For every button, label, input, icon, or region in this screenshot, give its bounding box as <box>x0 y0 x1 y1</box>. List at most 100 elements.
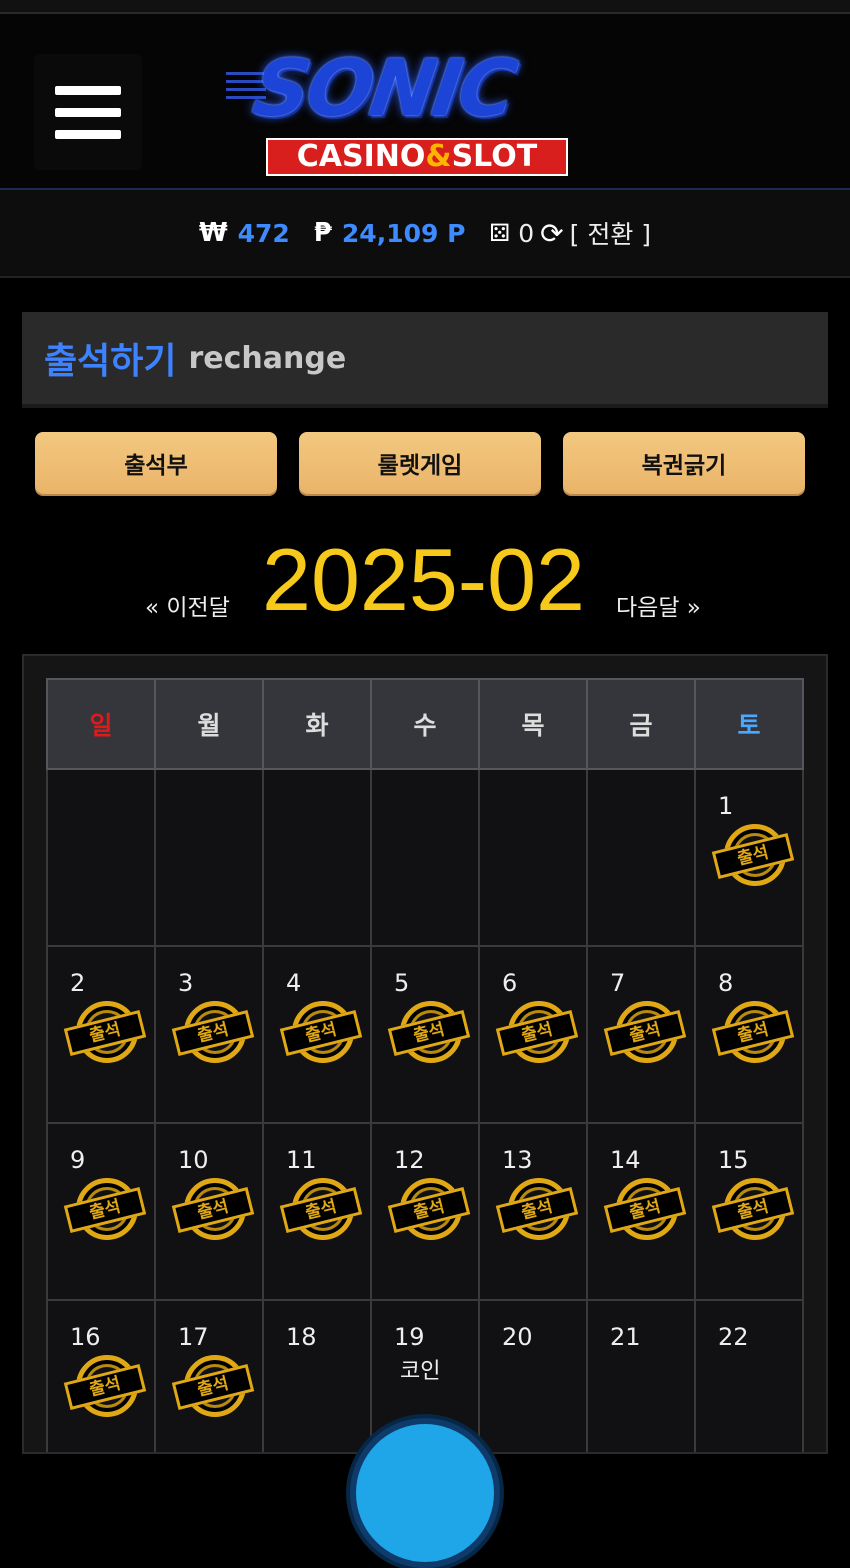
calendar-empty-cell <box>262 768 372 947</box>
day-number: 6 <box>502 969 518 997</box>
attendance-stamp-icon: 출석 <box>495 1001 579 1065</box>
floating-action-button[interactable] <box>350 1418 500 1568</box>
reward-note: 코인 <box>400 1359 441 1384</box>
menu-bar-icon <box>55 107 121 117</box>
day-number: 1 <box>718 792 734 820</box>
status-strip <box>0 0 850 14</box>
calendar-day-cell[interactable]: 13 출석 <box>478 1122 588 1301</box>
calendar-day-cell[interactable]: 6 출석 <box>478 945 588 1124</box>
day-number: 4 <box>286 969 302 997</box>
calendar-day-cell[interactable]: 1 출석 <box>694 768 804 947</box>
calendar-day-cell[interactable]: 3 출석 <box>154 945 264 1124</box>
site-logo[interactable]: SONIC CASINO&SLOT <box>226 42 596 178</box>
day-number: 16 <box>70 1323 101 1351</box>
won-icon: ₩ <box>198 218 228 248</box>
weekday-header: 월 <box>154 678 264 770</box>
calendar-table: 일월화수목금토 1 출석 2 출석 3 출석 4 출석 5 출석 6 출석 7 출석 8 출석 9 출석 10 출석 1… <box>46 678 804 1452</box>
attendance-calendar: 일월화수목금토 1 출석 2 출석 3 출석 4 출석 5 출석 6 출석 7 출석 8 출석 9 출석 10 출석 1… <box>22 654 828 1454</box>
page-title-en: rechange <box>188 340 347 376</box>
day-number: 12 <box>394 1146 425 1174</box>
calendar-week-row: 2 출석 3 출석 4 출석 5 출석 6 출석 7 출석 8 출석 <box>46 945 804 1124</box>
calendar-empty-cell <box>370 768 480 947</box>
calendar-day-cell[interactable]: 15 출석 <box>694 1122 804 1301</box>
hamburger-menu-button[interactable] <box>34 54 142 170</box>
calendar-day-cell[interactable]: 18 <box>262 1299 372 1452</box>
calendar-week-row: 9 출석 10 출석 11 출석 12 출석 13 출석 14 출석 15 출석 <box>46 1122 804 1301</box>
calendar-empty-cell <box>478 768 588 947</box>
attendance-stamp-icon: 출석 <box>603 1178 687 1242</box>
calendar-day-cell[interactable]: 10 출석 <box>154 1122 264 1301</box>
calendar-empty-cell <box>586 768 696 947</box>
attendance-stamp-icon: 출석 <box>63 1001 147 1065</box>
page-title: 출석하기 rechange <box>22 312 828 408</box>
attendance-stamp-icon: 출석 <box>279 1001 363 1065</box>
calendar-day-cell[interactable]: 7 출석 <box>586 945 696 1124</box>
point-value: 24,109 P <box>341 218 466 248</box>
attendance-stamp-icon: 출석 <box>711 1001 795 1065</box>
calendar-day-cell[interactable]: 21 <box>586 1299 696 1452</box>
calendar-day-cell[interactable]: 16 출석 <box>46 1299 156 1452</box>
day-number: 9 <box>70 1146 86 1174</box>
calendar-day-cell[interactable]: 5 출석 <box>370 945 480 1124</box>
calendar-empty-cell <box>154 768 264 947</box>
tab-roulette[interactable]: 룰렛게임 <box>299 432 541 494</box>
tab-attendance[interactable]: 출석부 <box>35 432 277 494</box>
calendar-day-cell[interactable]: 11 출석 <box>262 1122 372 1301</box>
calendar-empty-cell <box>46 768 156 947</box>
dice-balance: ⚄ 0 ⟳ [ 전환 ] <box>489 215 651 251</box>
calendar-week-row: 1 출석 <box>46 768 804 947</box>
day-number: 7 <box>610 969 626 997</box>
logo-main-text: SONIC <box>247 44 520 134</box>
attendance-stamp-icon: 출석 <box>387 1001 471 1065</box>
day-number: 21 <box>610 1323 641 1351</box>
current-month: 2025-02 <box>262 530 585 629</box>
attendance-stamp-icon: 출석 <box>171 1355 255 1419</box>
day-number: 15 <box>718 1146 749 1174</box>
attendance-stamp-icon: 출석 <box>63 1355 147 1419</box>
calendar-day-cell[interactable]: 2 출석 <box>46 945 156 1124</box>
month-navigation: « 이전달 2025-02 다음달 » <box>0 494 850 654</box>
day-number: 11 <box>286 1146 317 1174</box>
weekday-header: 목 <box>478 678 588 770</box>
calendar-body: 1 출석 2 출석 3 출석 4 출석 5 출석 6 출석 7 출석 8 출석 9 출석 10 출석 11 출석 12 출석 1… <box>46 768 804 1452</box>
calendar-day-cell[interactable]: 20 <box>478 1299 588 1452</box>
day-number: 18 <box>286 1323 317 1351</box>
calendar-day-cell[interactable]: 17 출석 <box>154 1299 264 1452</box>
attendance-stamp-icon: 출석 <box>171 1001 255 1065</box>
calendar-day-cell[interactable]: 4 출석 <box>262 945 372 1124</box>
calendar-day-cell[interactable]: 22 <box>694 1299 804 1452</box>
balance-bar: ₩ 472 ₱ 24,109 P ⚄ 0 ⟳ [ 전환 ] <box>0 190 850 278</box>
attendance-stamp-icon: 출석 <box>495 1178 579 1242</box>
attendance-stamp-icon: 출석 <box>171 1178 255 1242</box>
won-value: 472 <box>237 218 290 248</box>
day-number: 22 <box>718 1323 749 1351</box>
attendance-stamp-icon: 출석 <box>711 1178 795 1242</box>
calendar-day-cell[interactable]: 8 출석 <box>694 945 804 1124</box>
next-month-link[interactable]: 다음달 » <box>616 588 701 622</box>
attendance-stamp-icon: 출석 <box>711 824 795 888</box>
calendar-day-cell[interactable]: 14 출석 <box>586 1122 696 1301</box>
tab-lottery[interactable]: 복권긁기 <box>563 432 805 494</box>
page-title-ko: 출석하기 <box>44 341 177 382</box>
point-icon: ₱ <box>313 218 332 248</box>
calendar-day-cell[interactable]: 9 출석 <box>46 1122 156 1301</box>
day-number: 5 <box>394 969 410 997</box>
event-tabs: 출석부 룰렛게임 복권긁기 <box>35 432 805 494</box>
day-number: 8 <box>718 969 734 997</box>
refresh-icon[interactable]: ⟳ <box>540 217 563 250</box>
menu-bar-icon <box>55 129 121 139</box>
dice-icon: ⚄ <box>489 219 511 247</box>
day-number: 10 <box>178 1146 209 1174</box>
weekday-header: 수 <box>370 678 480 770</box>
weekday-header: 화 <box>262 678 372 770</box>
convert-button[interactable]: [ 전환 ] <box>570 215 651 251</box>
prev-month-link[interactable]: « 이전달 <box>145 588 230 622</box>
day-number: 17 <box>178 1323 209 1351</box>
dice-value: 0 <box>518 218 535 248</box>
weekday-header: 금 <box>586 678 696 770</box>
calendar-day-cell[interactable]: 12 출석 <box>370 1122 480 1301</box>
day-number: 13 <box>502 1146 533 1174</box>
day-number: 14 <box>610 1146 641 1174</box>
attendance-stamp-icon: 출석 <box>387 1178 471 1242</box>
logo-sub-text: CASINO&SLOT <box>266 138 568 176</box>
